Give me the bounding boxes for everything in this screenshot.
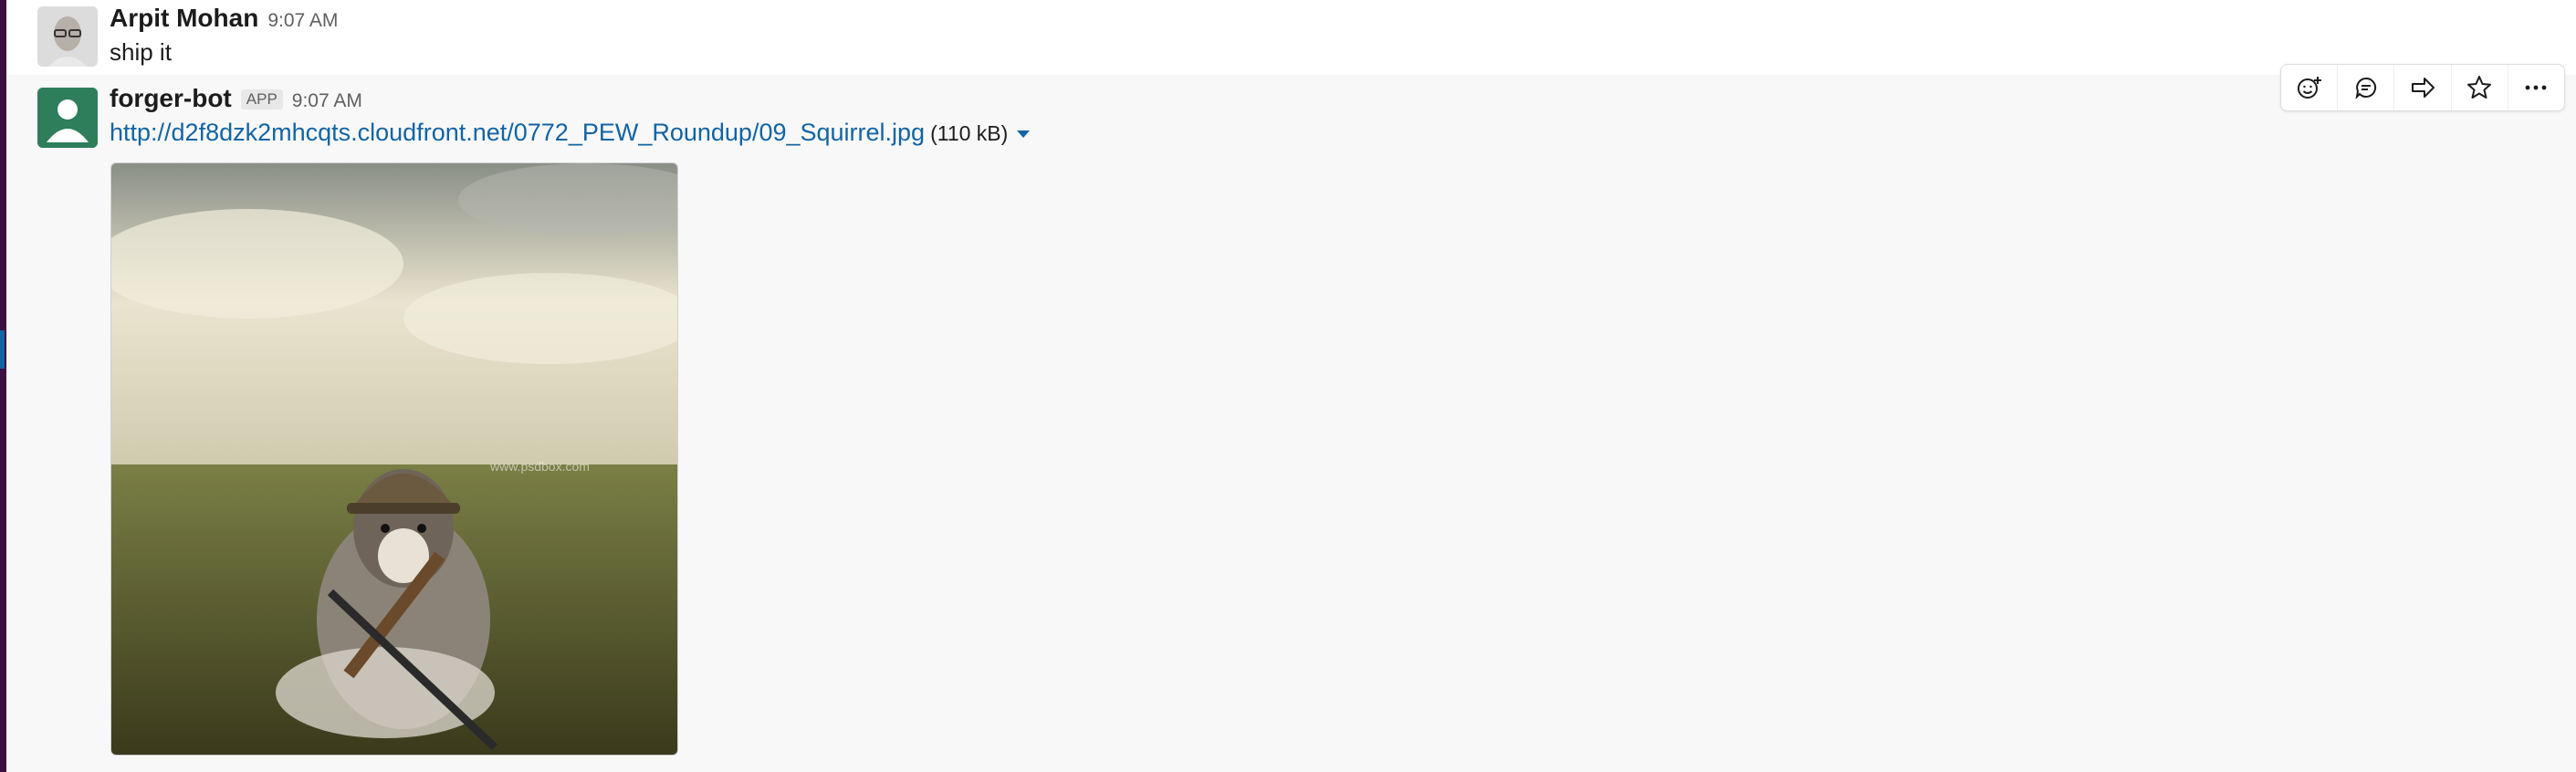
star-icon	[2467, 76, 2492, 99]
message-forger-bot[interactable]: forger-bot APP 9:07 AM http://d2f8dzk2mh…	[6, 75, 2576, 772]
message-timestamp[interactable]: 9:07 AM	[292, 90, 362, 112]
reply-in-thread-icon	[2355, 77, 2376, 99]
message-text: ship it	[110, 38, 172, 66]
more-actions-icon	[2526, 85, 2547, 90]
avatar[interactable]	[37, 6, 98, 67]
add-reaction-icon	[2297, 77, 2321, 99]
bot-avatar[interactable]	[37, 88, 98, 148]
attachment-link[interactable]: http://d2f8dzk2mhcqts.cloudfront.net/077…	[110, 119, 925, 147]
add-reaction-button[interactable]	[2281, 65, 2337, 110]
attachment-image[interactable]: www.psdbox.com	[110, 162, 678, 756]
more-actions-button[interactable]	[2507, 65, 2564, 110]
attachment-size: (110 kB)	[930, 121, 1009, 145]
message-actions-toolbar	[2280, 64, 2565, 111]
message-timestamp[interactable]: 9:07 AM	[267, 10, 338, 32]
share-message-button[interactable]	[2393, 65, 2450, 110]
star-button[interactable]	[2450, 65, 2508, 110]
message-author[interactable]: forger-bot	[110, 84, 232, 113]
sidebar-active-marker	[0, 330, 5, 369]
share-message-icon	[2412, 78, 2435, 98]
image-watermark: www.psdbox.com	[489, 459, 590, 474]
workspace-sidebar-edge	[0, 0, 6, 772]
caret-down-icon[interactable]	[1017, 130, 1031, 138]
message-author[interactable]: Arpit Mohan	[110, 4, 258, 33]
reply-in-thread-button[interactable]	[2337, 65, 2393, 110]
app-badge: APP	[240, 89, 283, 110]
message-arpit-mohan[interactable]: Arpit Mohan 9:07 AM ship it	[6, 0, 2576, 75]
